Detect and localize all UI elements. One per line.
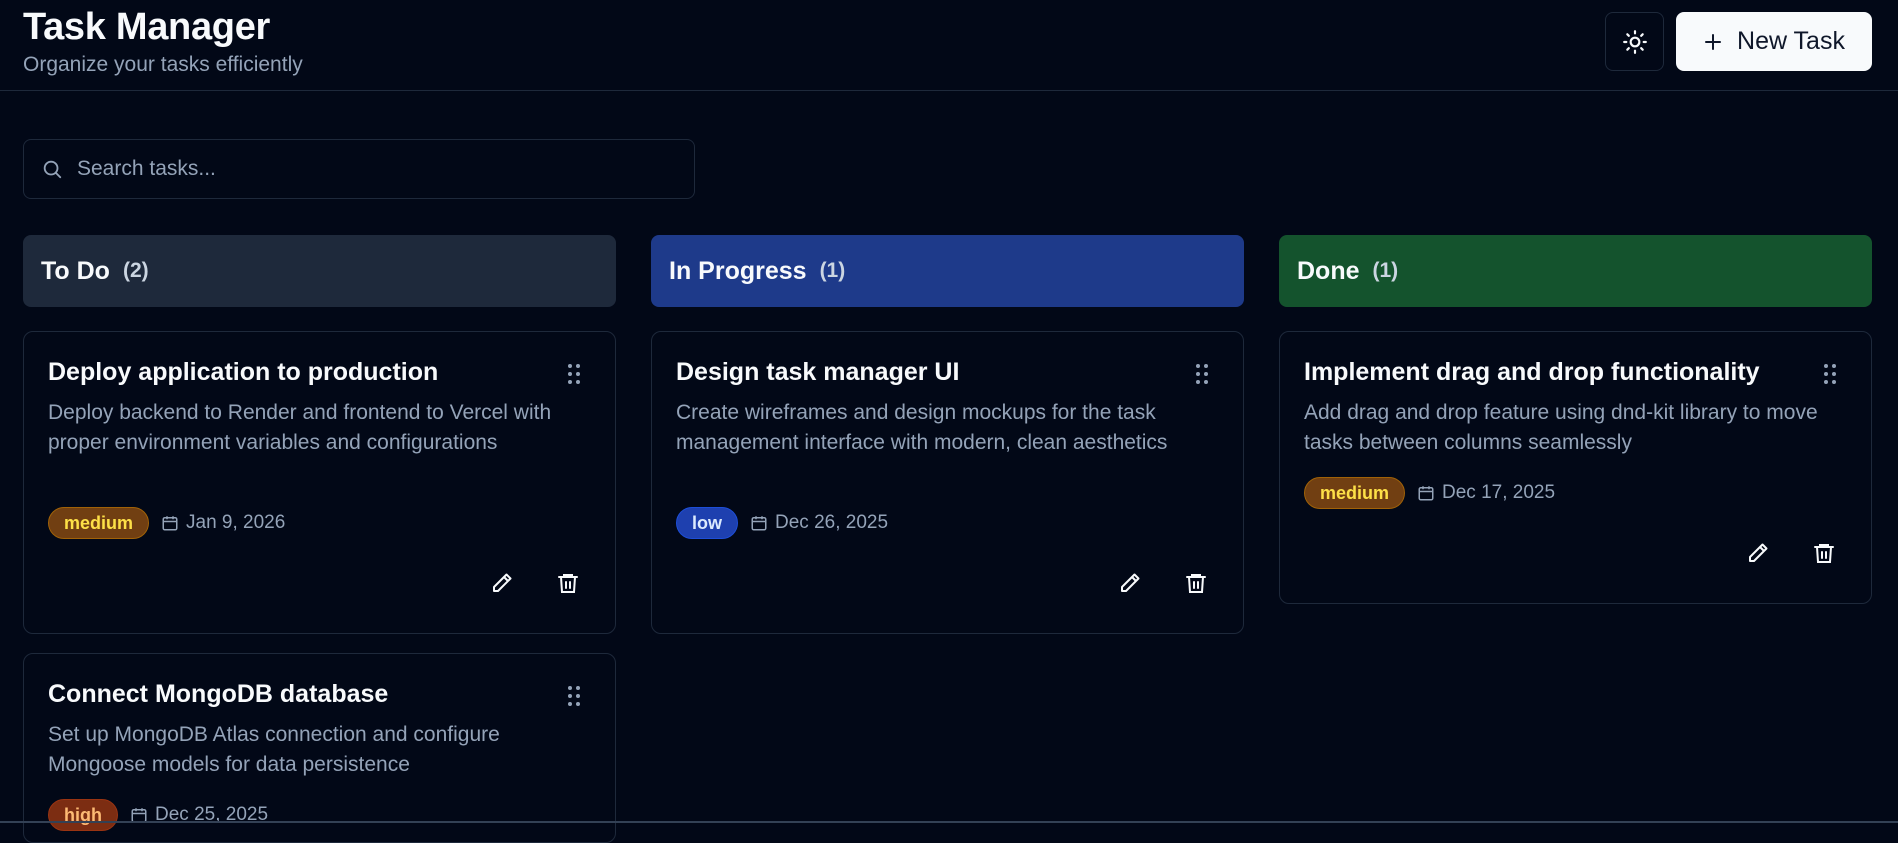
task-card[interactable]: Deploy application to production Deploy … bbox=[23, 331, 616, 634]
task-title: Implement drag and drop functionality bbox=[1304, 358, 1760, 386]
task-actions bbox=[1744, 539, 1838, 567]
due-date: Dec 26, 2025 bbox=[750, 512, 888, 534]
task-description: Deploy backend to Render and frontend to… bbox=[48, 401, 552, 454]
edit-button[interactable] bbox=[488, 569, 516, 597]
task-actions bbox=[1116, 569, 1210, 597]
search-icon bbox=[43, 160, 62, 179]
app-header: Task Manager Organize your tasks efficie… bbox=[0, 0, 1898, 91]
due-date-text: Dec 26, 2025 bbox=[775, 512, 889, 533]
pencil-icon bbox=[1749, 543, 1768, 562]
column-header-done: Done (1) bbox=[1279, 235, 1872, 307]
calendar-icon bbox=[162, 516, 178, 531]
page-subtitle: Organize your tasks efficiently bbox=[23, 53, 303, 76]
task-meta: medium Jan 9, 2026 bbox=[48, 507, 285, 539]
priority-badge: medium bbox=[1304, 477, 1406, 509]
column-count: (2) bbox=[122, 259, 149, 282]
column-count: (1) bbox=[1372, 259, 1399, 282]
task-description: Add drag and drop feature using dnd-kit … bbox=[1304, 401, 1818, 454]
page-title: Task Manager bbox=[23, 6, 271, 48]
new-task-label: New Task bbox=[1737, 27, 1845, 55]
due-date: Dec 17, 2025 bbox=[1417, 482, 1555, 504]
sun-icon bbox=[1622, 29, 1647, 54]
task-meta: medium Dec 17, 2025 bbox=[1304, 477, 1555, 509]
calendar-icon bbox=[1418, 486, 1434, 501]
drag-handle-icon[interactable] bbox=[567, 685, 581, 707]
pencil-icon bbox=[493, 573, 512, 592]
task-description: Set up MongoDB Atlas connection and conf… bbox=[48, 723, 500, 776]
task-title: Connect MongoDB database bbox=[48, 680, 389, 708]
theme-toggle-button[interactable] bbox=[1605, 12, 1664, 71]
delete-button[interactable] bbox=[1810, 539, 1838, 567]
task-card[interactable]: Implement drag and drop functionality Ad… bbox=[1279, 331, 1872, 604]
task-title: Deploy application to production bbox=[48, 358, 439, 386]
due-date-text: Jan 9, 2026 bbox=[186, 512, 286, 533]
task-card[interactable]: Connect MongoDB database Set up MongoDB … bbox=[23, 653, 616, 843]
trash-icon bbox=[1814, 544, 1834, 563]
calendar-icon bbox=[751, 516, 767, 531]
task-meta: low Dec 26, 2025 bbox=[676, 507, 888, 539]
pencil-icon bbox=[1121, 573, 1140, 592]
task-description: Create wireframes and design mockups for… bbox=[676, 401, 1168, 454]
column-title: Done bbox=[1297, 256, 1360, 285]
column-header-in-progress: In Progress (1) bbox=[651, 235, 1244, 307]
due-date: Jan 9, 2026 bbox=[161, 512, 285, 534]
column-header-todo: To Do (2) bbox=[23, 235, 616, 307]
task-actions bbox=[488, 569, 582, 597]
delete-button[interactable] bbox=[1182, 569, 1210, 597]
column-title: In Progress bbox=[669, 256, 807, 285]
column-title: To Do bbox=[41, 256, 110, 285]
drag-handle-icon[interactable] bbox=[1195, 363, 1209, 385]
drag-handle-icon[interactable] bbox=[1823, 363, 1837, 385]
trash-icon bbox=[558, 574, 578, 593]
task-card[interactable]: Design task manager UI Create wireframes… bbox=[651, 331, 1244, 634]
task-meta: high Dec 25, 2025 bbox=[48, 799, 268, 831]
task-title: Design task manager UI bbox=[676, 358, 960, 386]
new-task-button[interactable]: New Task bbox=[1676, 12, 1872, 71]
column-count: (1) bbox=[819, 259, 846, 282]
priority-badge: high bbox=[48, 799, 118, 831]
priority-badge: medium bbox=[48, 507, 150, 539]
search-box[interactable] bbox=[23, 139, 695, 199]
due-date-text: Dec 17, 2025 bbox=[1442, 482, 1556, 503]
edit-button[interactable] bbox=[1116, 569, 1144, 597]
search-input[interactable] bbox=[77, 140, 694, 198]
drag-handle-icon[interactable] bbox=[567, 363, 581, 385]
edit-button[interactable] bbox=[1744, 539, 1772, 567]
trash-icon bbox=[1186, 574, 1206, 593]
plus-icon bbox=[1705, 33, 1722, 50]
priority-badge: low bbox=[676, 507, 738, 539]
delete-button[interactable] bbox=[554, 569, 582, 597]
